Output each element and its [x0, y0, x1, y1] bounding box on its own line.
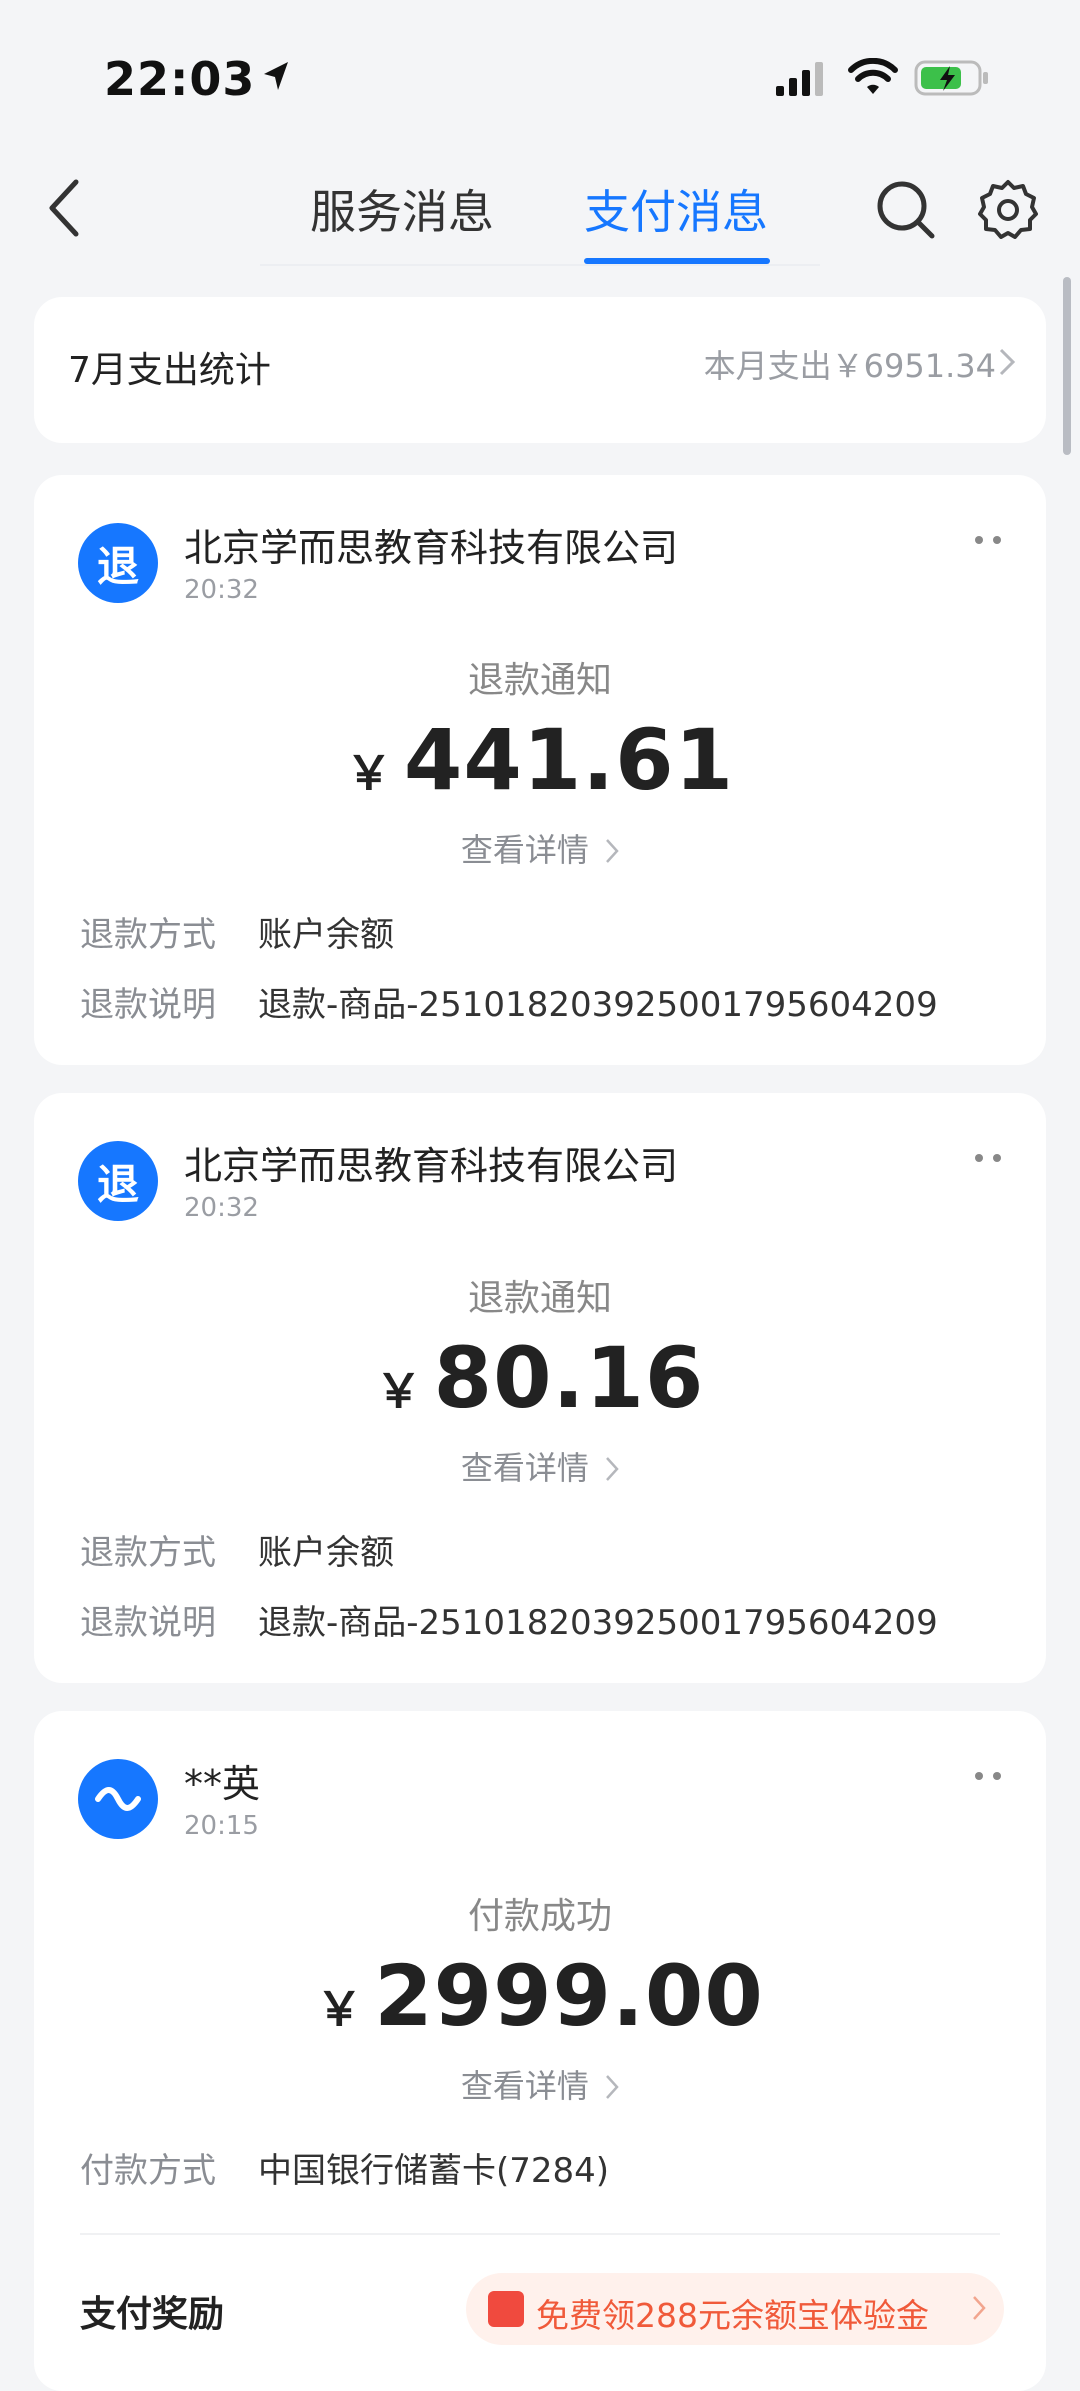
- payment-message-card[interactable]: **英 20:15 付款成功 ￥ 2999.00 查看详情 付款方式 中国银行储蓄…: [34, 1711, 1046, 2391]
- chevron-right-icon: [606, 2075, 619, 2099]
- location-arrow-icon: [264, 62, 288, 90]
- amount-value: 441.61: [403, 711, 735, 809]
- currency-symbol: ￥: [345, 746, 392, 800]
- refund-method-value: 账户余额: [258, 915, 394, 955]
- chevron-right-icon: [606, 1457, 619, 1481]
- more-options-icon[interactable]: [974, 535, 1002, 545]
- refund-message-card[interactable]: 退 北京学而思教育科技有限公司 20:32 退款通知 ￥ 441.61 查看详情 …: [34, 475, 1046, 1065]
- scrollbar-thumb[interactable]: [1063, 277, 1071, 455]
- refund-note-label: 退款说明: [80, 1603, 216, 1643]
- search-icon[interactable]: [874, 178, 938, 242]
- monthly-spending-summary: 本月支出￥6951.34: [703, 347, 996, 385]
- reward-promo-text: 免费领288元余额宝体验金: [536, 2296, 929, 2335]
- refund-method-label: 退款方式: [80, 915, 216, 955]
- cellular-signal-icon: [776, 62, 823, 96]
- more-options-icon[interactable]: [974, 1153, 1002, 1163]
- chevron-right-icon: [606, 839, 619, 863]
- tab-payment-messages[interactable]: 支付消息: [584, 176, 768, 242]
- view-details-link[interactable]: 查看详情: [34, 2061, 1046, 2107]
- refund-avatar: 退: [78, 1141, 158, 1221]
- chevron-right-icon: [999, 348, 1016, 376]
- chevron-right-icon: [973, 2296, 986, 2320]
- monthly-stats-card[interactable]: 7月支出统计 本月支出￥6951.34: [34, 297, 1046, 443]
- message-type: 付款成功: [467, 1896, 612, 1937]
- back-arrow-icon[interactable]: [44, 178, 84, 238]
- tab-service-messages[interactable]: 服务消息: [310, 176, 494, 242]
- more-options-icon[interactable]: [974, 1771, 1002, 1781]
- active-tab-indicator: [584, 258, 770, 264]
- refund-note-label: 退款说明: [80, 985, 216, 1025]
- transfer-avatar: [78, 1759, 158, 1839]
- amount: ￥ 80.16: [34, 1329, 1046, 1427]
- amount-value: 2999.00: [374, 1947, 764, 2045]
- payment-reward-label: 支付奖励: [80, 2294, 225, 2335]
- wifi-icon: [848, 58, 898, 94]
- amount-value: 80.16: [433, 1329, 705, 1427]
- view-details-label: 查看详情: [460, 2067, 589, 2105]
- message-time: 20:15: [184, 1811, 259, 1841]
- status-time: 22:03: [104, 52, 256, 106]
- merchant-name: 北京学而思教育科技有限公司: [184, 1144, 679, 1188]
- battery-icon: [914, 60, 988, 96]
- message-type: 退款通知: [467, 660, 612, 701]
- refund-note-value: 退款-商品-2510182039250017956042​09: [258, 985, 938, 1025]
- message-type: 退款通知: [467, 1278, 612, 1319]
- refund-method-label: 退款方式: [80, 1533, 216, 1573]
- view-details-label: 查看详情: [460, 831, 589, 869]
- refund-method-value: 账户余额: [258, 1533, 394, 1573]
- reward-promo-button[interactable]: 免费领288元余额宝体验金: [466, 2273, 1004, 2345]
- transfer-icon: [95, 1787, 141, 1811]
- refund-avatar: 退: [78, 523, 158, 603]
- payment-method-value: 中国银行储蓄卡(7284): [258, 2151, 610, 2191]
- payment-method-label: 付款方式: [80, 2151, 216, 2191]
- view-details-label: 查看详情: [460, 1449, 589, 1487]
- message-time: 20:32: [184, 1193, 259, 1223]
- stats-title: 7月支出统计: [68, 350, 271, 391]
- refund-message-card[interactable]: 退 北京学而思教育科技有限公司 20:32 退款通知 ￥ 80.16 查看详情 退…: [34, 1093, 1046, 1683]
- view-details-link[interactable]: 查看详情: [34, 825, 1046, 871]
- tab-divider: [260, 264, 820, 266]
- red-packet-icon: [488, 2291, 524, 2327]
- amount: ￥ 2999.00: [34, 1947, 1046, 2045]
- merchant-name: 北京学而思教育科技有限公司: [184, 526, 679, 570]
- payee-name: **英: [184, 1762, 261, 1806]
- currency-symbol: ￥: [316, 1982, 363, 2036]
- refund-note-value: 退款-商品-251018203925001795604209: [258, 1603, 938, 1643]
- currency-symbol: ￥: [375, 1364, 422, 1418]
- message-time: 20:32: [184, 575, 259, 605]
- settings-gear-icon[interactable]: [976, 178, 1040, 242]
- view-details-link[interactable]: 查看详情: [34, 1443, 1046, 1489]
- reward-divider: [80, 2233, 1000, 2235]
- amount: ￥ 441.61: [34, 711, 1046, 809]
